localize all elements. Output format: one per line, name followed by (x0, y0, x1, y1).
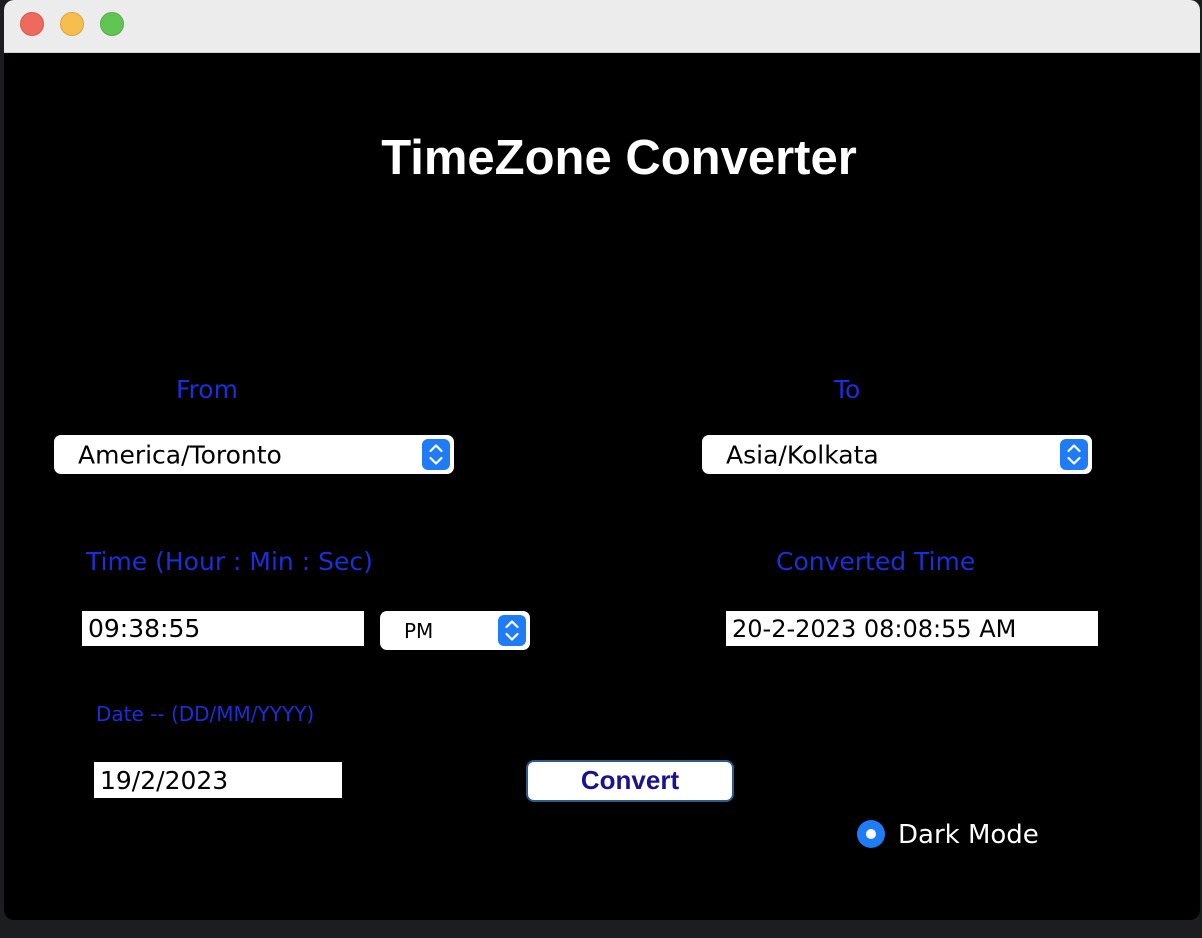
minimize-window-button[interactable] (60, 12, 84, 36)
from-timezone-value: America/Toronto (78, 440, 282, 469)
title-bar (4, 0, 1200, 53)
converted-time-label: Converted Time (776, 547, 976, 576)
convert-button[interactable]: Convert (526, 760, 734, 802)
chevron-updown-icon (498, 615, 526, 646)
time-input[interactable] (82, 611, 364, 646)
time-label: Time (Hour : Min : Sec) (86, 547, 373, 576)
app-title: TimeZone Converter (381, 131, 857, 185)
ampm-value: PM (404, 618, 434, 643)
chevron-updown-icon (1060, 439, 1088, 470)
date-input[interactable] (94, 762, 342, 798)
close-window-button[interactable] (20, 12, 44, 36)
dark-mode-radio[interactable] (857, 820, 885, 848)
to-timezone-value: Asia/Kolkata (726, 440, 879, 469)
ampm-select[interactable]: PM (380, 611, 530, 650)
from-timezone-select[interactable]: America/Toronto (54, 435, 454, 474)
radio-checked-dot (866, 829, 876, 839)
date-label: Date -- (DD/MM/YYYY) (96, 702, 315, 726)
maximize-window-button[interactable] (100, 12, 124, 36)
chevron-updown-icon (422, 439, 450, 470)
converted-time-field[interactable] (726, 611, 1098, 646)
to-label: To (834, 375, 861, 404)
from-label: From (176, 375, 238, 404)
to-timezone-select[interactable]: Asia/Kolkata (702, 435, 1092, 474)
dark-mode-label[interactable]: Dark Mode (898, 819, 1039, 851)
